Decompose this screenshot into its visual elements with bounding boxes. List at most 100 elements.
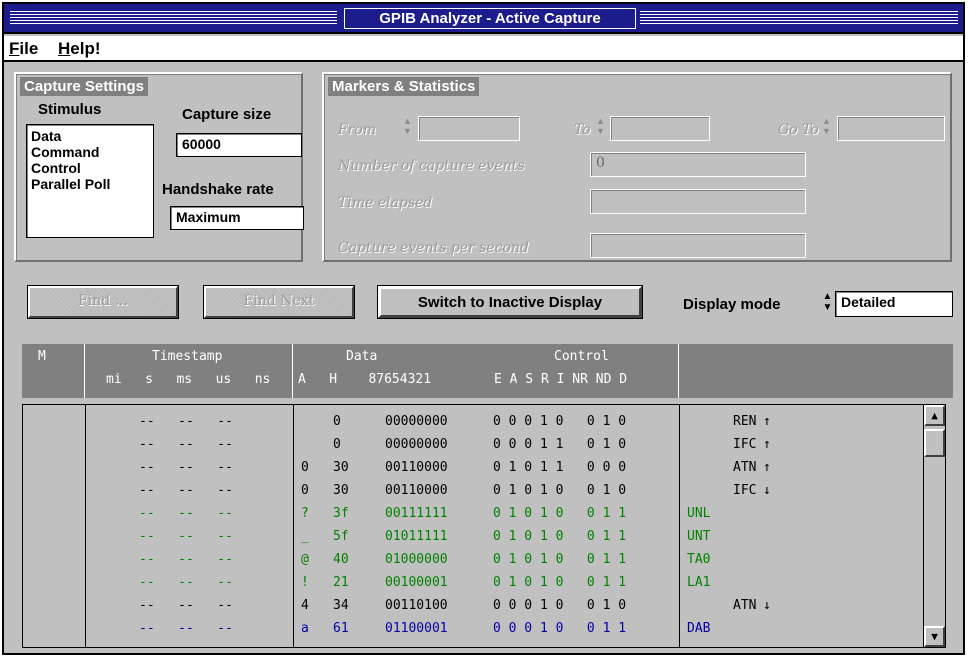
stimulus-option[interactable]: Control [31, 160, 149, 176]
cell-h: 40 [333, 552, 349, 567]
to-field[interactable] [610, 116, 710, 141]
cell-ctl: 0 1 0 1 0 0 1 0 [493, 483, 627, 498]
display-mode-spinner-icon[interactable]: ▲ ▼ [821, 291, 834, 313]
from-label: From [338, 122, 377, 138]
cell-ev: REN [733, 414, 757, 429]
cell-cmd: DAB [687, 621, 711, 636]
to-spinner-icon[interactable]: ▲ ▼ [594, 116, 607, 138]
cell-ctl: 0 1 0 1 0 0 1 1 [493, 552, 627, 567]
goto-label: Go To [778, 122, 819, 138]
from-spinner-icon[interactable]: ▲ ▼ [401, 116, 414, 138]
table-row[interactable]: -- -- -- 4 34 00110100 0 0 0 1 0 0 1 0 ATN ↓ [23, 595, 923, 618]
cell-a: ! [301, 575, 309, 590]
stimulus-listbox[interactable]: Data Command Control Parallel Poll [26, 124, 154, 238]
column-header-timestamp: Timestamp [152, 349, 223, 364]
cell-bits: 00100001 [385, 575, 448, 590]
cell-bits: 01000000 [385, 552, 448, 567]
cell-a: ? [301, 506, 309, 521]
column-header-data: Data [346, 349, 378, 364]
cell-bits: 01011111 [385, 529, 448, 544]
find-button[interactable]: Find ... [28, 286, 178, 318]
cell-h: 30 [333, 483, 349, 498]
cell-arrow: ↑ [763, 414, 771, 429]
column-header-control: Control [554, 349, 609, 364]
stimulus-option[interactable]: Parallel Poll [31, 176, 149, 192]
events-per-second-label: Capture events per second [338, 240, 529, 256]
cell-a: 4 [301, 598, 309, 613]
scroll-down-icon[interactable]: ▼ [924, 626, 945, 647]
switch-display-button[interactable]: Switch to Inactive Display [378, 286, 642, 318]
cell-ev: ATN [733, 598, 757, 613]
cell-ts: -- -- -- [139, 552, 233, 567]
title-bar-stripes [10, 11, 337, 25]
cell-a: @ [301, 552, 309, 567]
table-row[interactable]: -- -- -- _ 5f 01011111 0 1 0 1 0 0 1 1 UNT [23, 526, 923, 549]
cell-ctl: 0 1 0 1 1 0 0 0 [493, 460, 627, 475]
goto-spinner-icon[interactable]: ▲ ▼ [820, 116, 833, 138]
num-events-field: 0 [590, 152, 806, 177]
cell-arrow: ↑ [763, 437, 771, 452]
cell-bits: 01100001 [385, 621, 448, 636]
cell-a: 0 [301, 460, 309, 475]
cell-ev: IFC [733, 483, 757, 498]
menu-file[interactable]: File [9, 39, 38, 59]
header-divider [678, 344, 679, 398]
cell-bits: 00110000 [385, 483, 448, 498]
cell-ts: -- -- -- [139, 506, 233, 521]
capture-settings-title: Capture Settings [20, 77, 149, 96]
cell-ctl: 0 0 0 1 0 0 1 1 [493, 621, 627, 636]
cell-ctl: 0 0 0 1 1 0 1 0 [493, 437, 627, 452]
capture-settings-group: Capture Settings Stimulus Data Command C… [14, 72, 304, 262]
column-header-m: M [38, 349, 46, 364]
from-field[interactable] [418, 116, 520, 141]
scroll-up-icon[interactable]: ▲ [924, 405, 945, 426]
table-row[interactable]: -- -- --? 3f 00111111 0 1 0 1 0 0 1 1 UNL [23, 503, 923, 526]
header-divider [292, 344, 293, 398]
cell-ts: -- -- -- [139, 575, 233, 590]
trace-table[interactable]: -- -- -- 0 00000000 0 0 0 1 0 0 1 0 REN ↑ -- -… [22, 404, 946, 648]
goto-field[interactable] [837, 116, 945, 141]
to-label: To [574, 122, 591, 138]
vertical-scrollbar[interactable]: ▲ ▼ [923, 405, 945, 647]
table-row[interactable]: -- -- -- 0 00000000 0 0 0 1 1 0 1 0 IFC ↑ [23, 434, 923, 457]
markers-statistics-group: Markers & Statistics From ▲ ▼ To ▲ ▼ Go To… [322, 72, 952, 262]
capture-size-label: Capture size [182, 106, 272, 123]
column-header-control-cols: E A S R I NR ND D [494, 372, 628, 387]
cell-a: 0 [301, 483, 309, 498]
trace-table-header: M Timestamp mi s ms us ns Data A H 87654… [22, 344, 953, 398]
table-row[interactable]: -- -- --! 21 00100001 0 1 0 1 0 0 1 1 LA1 [23, 572, 923, 595]
title-bar[interactable]: GPIB Analyzer - Active Capture [4, 4, 963, 34]
column-header-data-cols: A H 87654321 [298, 372, 432, 387]
cell-h: 5f [333, 529, 349, 544]
time-elapsed-field [590, 189, 806, 214]
cell-arrow: ↑ [763, 460, 771, 475]
events-per-second-field [590, 233, 806, 258]
cell-bits: 00111111 [385, 506, 448, 521]
find-next-button[interactable]: Find Next [204, 286, 354, 318]
cell-ts: -- -- -- [139, 621, 233, 636]
table-row[interactable]: -- -- -- 0 30 00110000 0 1 0 1 0 0 1 0 IFC ↓ [23, 480, 923, 503]
scroll-thumb[interactable] [924, 429, 945, 457]
cell-ts: -- -- -- [139, 598, 233, 613]
table-row[interactable]: -- -- -- a 61 01100001 0 0 0 1 0 0 1 1 DAB [23, 618, 923, 641]
stimulus-option[interactable]: Data [31, 128, 149, 144]
stimulus-option[interactable]: Command [31, 144, 149, 160]
cell-cmd: UNT [687, 529, 711, 544]
handshake-rate-label: Handshake rate [162, 181, 274, 198]
table-row[interactable]: -- -- -- @40 01000000 0 1 0 1 0 0 1 1 TA0 [23, 549, 923, 572]
cell-a: a [301, 621, 309, 636]
cell-ts: -- -- -- [139, 460, 233, 475]
menu-help[interactable]: Help! [58, 39, 101, 59]
handshake-rate-field[interactable]: Maximum [170, 206, 304, 230]
table-row[interactable]: -- -- -- 0 30 00110000 0 1 0 1 1 0 0 0 ATN ↑ [23, 457, 923, 480]
cell-h: 0 [333, 414, 341, 429]
display-mode-field[interactable]: Detailed [835, 291, 953, 317]
capture-size-field[interactable]: 60000 [176, 133, 302, 157]
cell-ev: ATN [733, 460, 757, 475]
markers-statistics-title: Markers & Statistics [328, 77, 480, 96]
display-mode-label: Display mode [683, 296, 781, 313]
cell-ts: -- -- -- [139, 437, 233, 452]
cell-h: 61 [333, 621, 349, 636]
table-row[interactable]: -- -- -- 0 00000000 0 0 0 1 0 0 1 0 REN ↑ [23, 411, 923, 434]
cell-ctl: 0 0 0 1 0 0 1 0 [493, 598, 627, 613]
